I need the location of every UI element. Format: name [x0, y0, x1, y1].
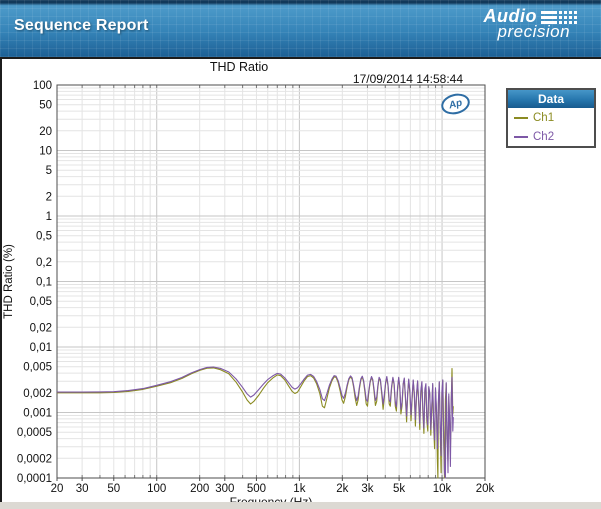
- svg-text:0,0002: 0,0002: [17, 453, 52, 465]
- svg-text:0,0005: 0,0005: [17, 427, 52, 439]
- legend-item-ch2[interactable]: Ch2: [508, 127, 594, 146]
- svg-text:20k: 20k: [476, 483, 495, 495]
- svg-text:2k: 2k: [336, 483, 348, 495]
- svg-text:0,005: 0,005: [23, 362, 52, 374]
- svg-text:200: 200: [190, 483, 209, 495]
- legend-item-ch1[interactable]: Ch1: [508, 108, 594, 127]
- svg-text:0,02: 0,02: [30, 322, 52, 334]
- svg-text:THD Ratio (%): THD Ratio (%): [3, 244, 15, 319]
- legend-item-label: Ch1: [533, 112, 554, 124]
- svg-text:20: 20: [51, 483, 64, 495]
- svg-text:3k: 3k: [361, 483, 373, 495]
- svg-text:0,5: 0,5: [36, 231, 52, 243]
- report-header-banner: Sequence Report Audio precision: [0, 0, 601, 57]
- svg-text:30: 30: [76, 483, 89, 495]
- page-title: Sequence Report: [14, 17, 149, 35]
- svg-text:10: 10: [39, 146, 52, 158]
- legend-item-label: Ch2: [533, 131, 554, 143]
- ch2-line-swatch: [514, 136, 528, 138]
- svg-text:1k: 1k: [293, 483, 305, 495]
- svg-text:0,002: 0,002: [23, 388, 52, 400]
- svg-text:300: 300: [215, 483, 234, 495]
- logo-text-precision: precision: [498, 23, 580, 40]
- svg-text:5: 5: [46, 165, 52, 177]
- svg-text:0,0001: 0,0001: [17, 473, 52, 485]
- svg-text:0,001: 0,001: [23, 408, 52, 420]
- audio-precision-logo: Audio precision: [484, 7, 580, 40]
- legend-panel: Data Ch1 Ch2: [506, 88, 596, 148]
- svg-text:500: 500: [247, 483, 266, 495]
- ch1-line-swatch: [514, 117, 528, 119]
- svg-text:50: 50: [107, 483, 120, 495]
- svg-text:2: 2: [46, 191, 52, 203]
- svg-text:100: 100: [147, 483, 166, 495]
- svg-text:5k: 5k: [393, 483, 405, 495]
- svg-text:0,05: 0,05: [30, 296, 52, 308]
- page-bottom-edge: [0, 502, 601, 509]
- svg-text:0,2: 0,2: [36, 257, 52, 269]
- svg-text:10k: 10k: [433, 483, 452, 495]
- svg-text:100: 100: [33, 80, 52, 92]
- svg-text:0,01: 0,01: [30, 342, 52, 354]
- svg-text:0,1: 0,1: [36, 277, 52, 289]
- legend-title: Data: [508, 90, 594, 108]
- svg-text:50: 50: [39, 100, 52, 112]
- svg-text:1: 1: [46, 211, 52, 223]
- svg-text:20: 20: [39, 126, 52, 138]
